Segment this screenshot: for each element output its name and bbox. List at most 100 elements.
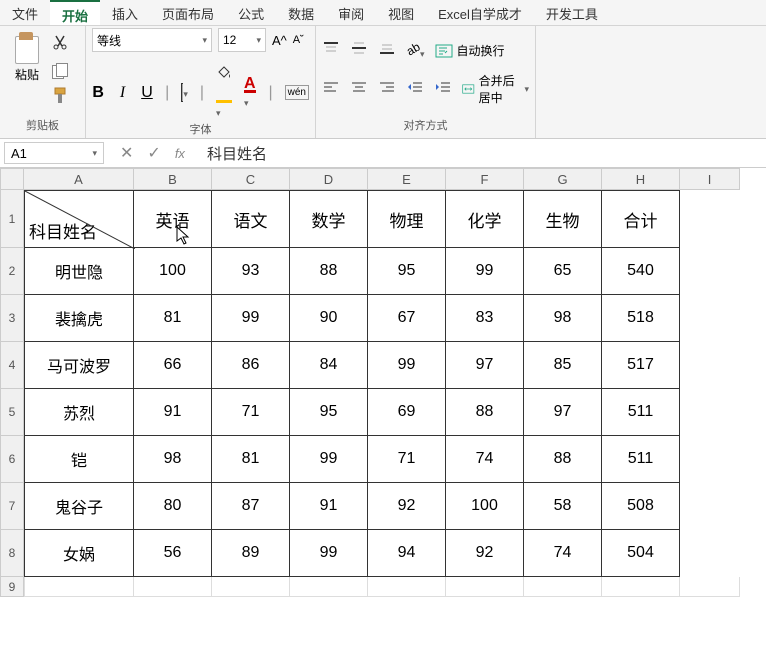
cell[interactable]: 518 (602, 295, 680, 342)
cell[interactable]: 97 (524, 389, 602, 436)
cell[interactable] (24, 577, 134, 597)
col-header[interactable]: D (290, 168, 368, 190)
cell[interactable]: 99 (212, 295, 290, 342)
formula-input[interactable]: 科目姓名 (197, 143, 766, 164)
cell[interactable] (212, 577, 290, 597)
row-header[interactable]: 8 (0, 530, 24, 577)
tab-data[interactable]: 数据 (276, 0, 326, 25)
cell[interactable]: 71 (212, 389, 290, 436)
cell[interactable]: 65 (524, 248, 602, 295)
cell[interactable]: 马可波罗 (24, 342, 134, 389)
cell[interactable]: 71 (368, 436, 446, 483)
tab-home[interactable]: 开始 (50, 0, 100, 25)
insert-function-button[interactable]: fx (175, 146, 185, 161)
cell[interactable] (134, 577, 212, 597)
enter-button[interactable]: ✓ (147, 143, 160, 163)
cell[interactable]: 80 (134, 483, 212, 530)
cell[interactable]: 86 (212, 342, 290, 389)
name-box[interactable]: A1▾ (4, 142, 104, 164)
orientation-button[interactable]: ab▾ (406, 39, 425, 62)
cell[interactable]: 56 (134, 530, 212, 577)
cell[interactable]: 女娲 (24, 530, 134, 577)
tab-review[interactable]: 审阅 (326, 0, 376, 25)
cell[interactable]: 91 (134, 389, 212, 436)
align-right-button[interactable] (378, 80, 396, 99)
col-header[interactable]: B (134, 168, 212, 190)
cell[interactable]: 83 (446, 295, 524, 342)
col-header[interactable]: F (446, 168, 524, 190)
cell[interactable] (524, 577, 602, 597)
cell[interactable]: 508 (602, 483, 680, 530)
cell[interactable]: 科目姓名 (24, 190, 134, 248)
italic-button[interactable]: I (116, 84, 128, 102)
cell[interactable]: 99 (290, 436, 368, 483)
copy-button[interactable] (52, 63, 68, 79)
cell[interactable]: 99 (290, 530, 368, 577)
phonetic-button[interactable]: wén (285, 85, 309, 100)
cell[interactable]: 数学 (290, 190, 368, 248)
cell[interactable]: 517 (602, 342, 680, 389)
fill-color-button[interactable]: ▾ (216, 64, 232, 121)
cell[interactable]: 91 (290, 483, 368, 530)
border-button[interactable]: ▾ (181, 84, 188, 102)
cell[interactable]: 裴擒虎 (24, 295, 134, 342)
row-header[interactable]: 2 (0, 248, 24, 295)
cell[interactable]: 81 (134, 295, 212, 342)
row-header[interactable]: 5 (0, 389, 24, 436)
row-header[interactable]: 1 (0, 190, 24, 248)
font-color-button[interactable]: A▾ (244, 75, 256, 111)
cell[interactable]: 81 (212, 436, 290, 483)
increase-indent-button[interactable] (434, 80, 452, 99)
cell[interactable]: 88 (446, 389, 524, 436)
font-name-select[interactable]: 等线▾ (92, 28, 212, 52)
grow-font-button[interactable]: A^ (272, 33, 287, 48)
cell[interactable]: 94 (368, 530, 446, 577)
wrap-text-button[interactable]: 自动换行 (435, 42, 505, 59)
tab-file[interactable]: 文件 (0, 0, 50, 25)
row-header[interactable]: 6 (0, 436, 24, 483)
cell[interactable]: 95 (290, 389, 368, 436)
tab-view[interactable]: 视图 (376, 0, 426, 25)
shrink-font-button[interactable]: A˘ (293, 34, 304, 46)
cell[interactable]: 511 (602, 389, 680, 436)
cell[interactable]: 98 (524, 295, 602, 342)
row-header[interactable]: 7 (0, 483, 24, 530)
col-header[interactable]: C (212, 168, 290, 190)
cell[interactable]: 99 (368, 342, 446, 389)
cell[interactable]: 苏烈 (24, 389, 134, 436)
cut-button[interactable] (52, 34, 70, 55)
cell[interactable]: 化学 (446, 190, 524, 248)
cell[interactable]: 99 (446, 248, 524, 295)
cell[interactable] (368, 577, 446, 597)
cell[interactable]: 88 (290, 248, 368, 295)
cell[interactable]: 明世隐 (24, 248, 134, 295)
cell[interactable]: 语文 (212, 190, 290, 248)
col-header[interactable]: G (524, 168, 602, 190)
cell[interactable]: 93 (212, 248, 290, 295)
tab-formulas[interactable]: 公式 (226, 0, 276, 25)
cell[interactable]: 鬼谷子 (24, 483, 134, 530)
tab-insert[interactable]: 插入 (100, 0, 150, 25)
cell[interactable]: 合计 (602, 190, 680, 248)
cell[interactable]: 生物 (524, 190, 602, 248)
cell[interactable]: 100 (134, 248, 212, 295)
paste-button[interactable]: 粘贴 (6, 28, 48, 83)
cell[interactable]: 97 (446, 342, 524, 389)
tab-custom[interactable]: Excel自学成才 (426, 0, 534, 25)
cell[interactable]: 66 (134, 342, 212, 389)
col-header[interactable]: I (680, 168, 740, 190)
cell[interactable]: 69 (368, 389, 446, 436)
cell[interactable]: 98 (134, 436, 212, 483)
cell[interactable]: 88 (524, 436, 602, 483)
cell[interactable]: 89 (212, 530, 290, 577)
align-middle-button[interactable] (350, 41, 368, 60)
cell[interactable]: 540 (602, 248, 680, 295)
col-header[interactable]: E (368, 168, 446, 190)
cell[interactable]: 92 (368, 483, 446, 530)
merge-center-button[interactable]: 合并后居中▾ (462, 72, 529, 106)
bold-button[interactable]: B (92, 84, 104, 102)
col-header[interactable]: A (24, 168, 134, 190)
cell[interactable]: 物理 (368, 190, 446, 248)
cell[interactable] (602, 577, 680, 597)
cell[interactable]: 511 (602, 436, 680, 483)
